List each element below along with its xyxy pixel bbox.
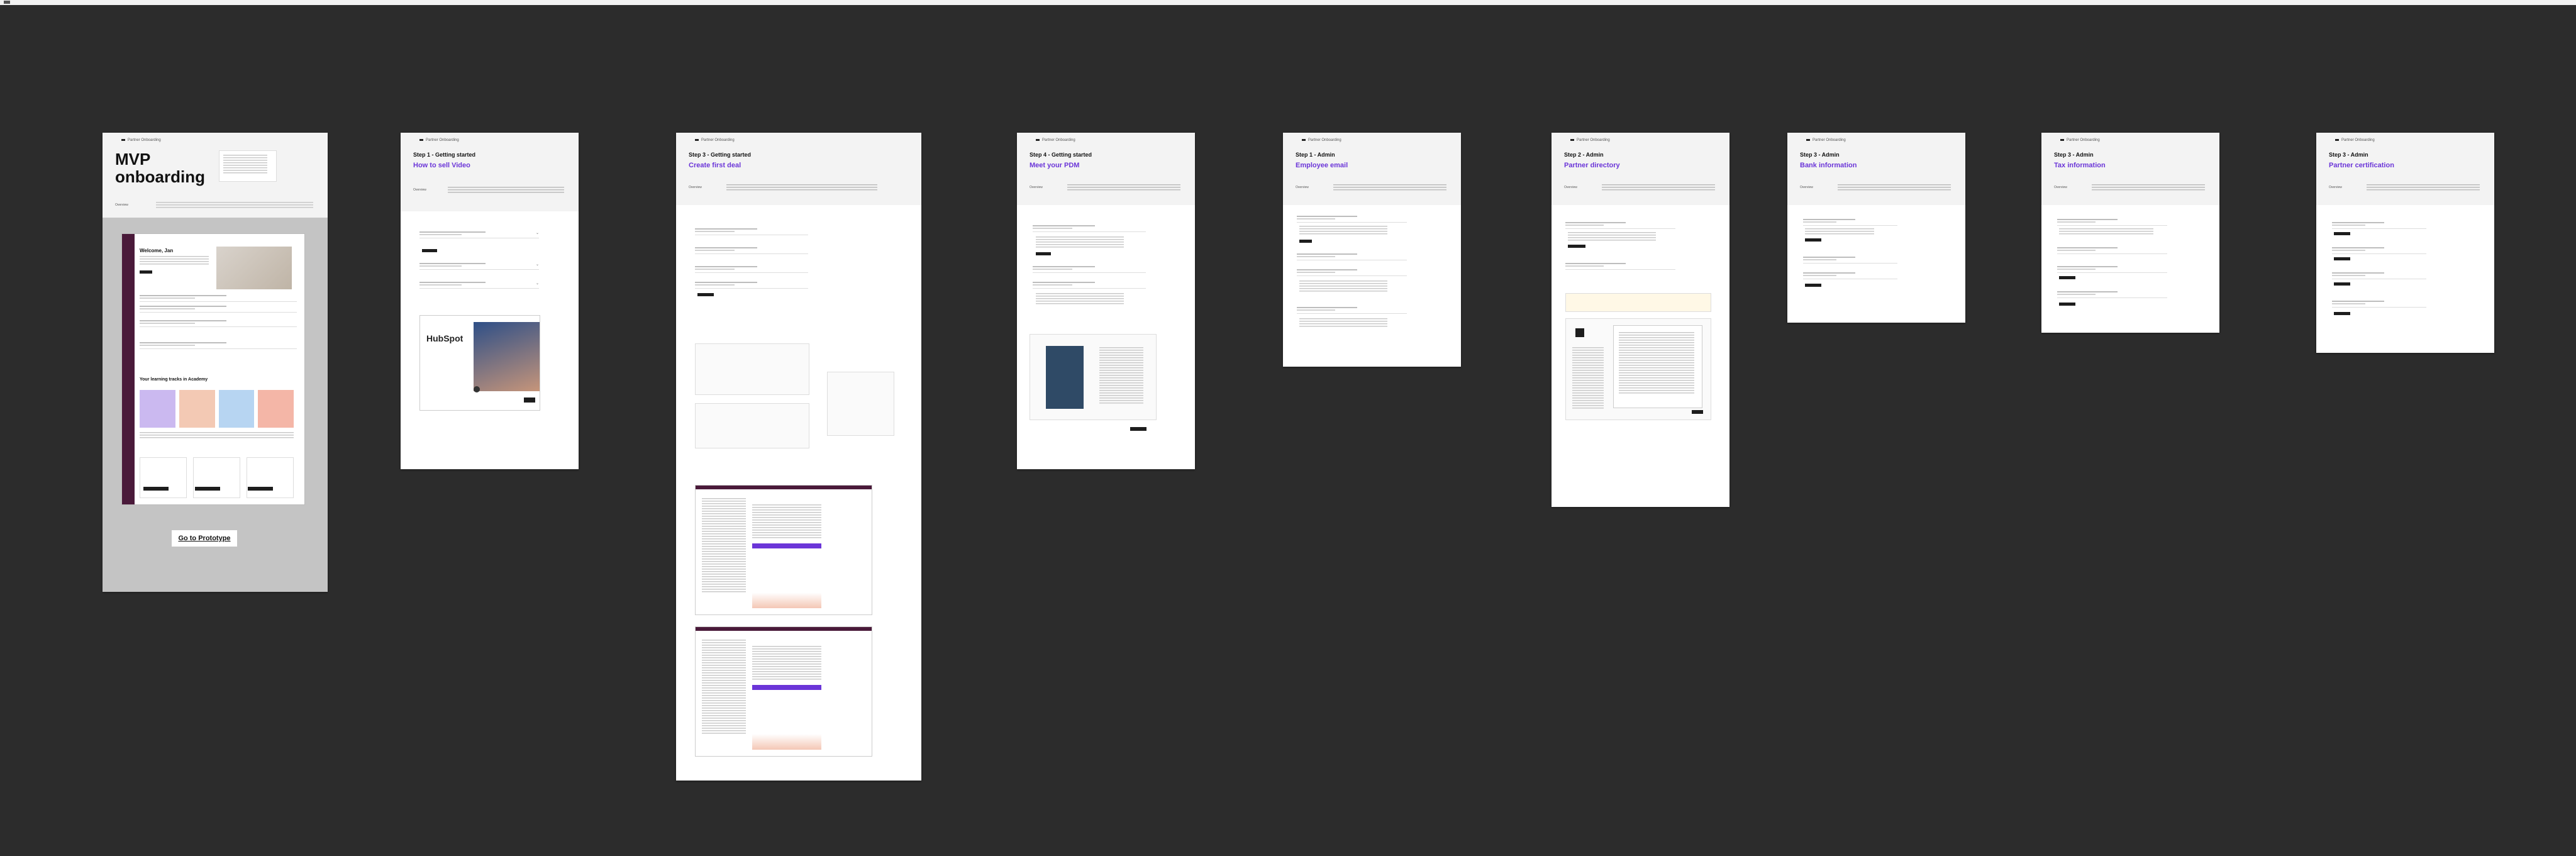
cover-crumb: Partner Onboarding (121, 138, 161, 142)
go-to-prototype-button[interactable]: Go to Prototype (172, 530, 237, 547)
crumb-text: Partner Onboarding (128, 138, 161, 142)
overview-text (1067, 184, 1180, 192)
chevron-down-icon[interactable]: ⌄ (536, 262, 539, 267)
frame-partner-certification[interactable]: Partner Onboarding Step 3 - Admin Partne… (2316, 133, 2494, 353)
overview-text (1602, 184, 1715, 192)
chevron-down-icon[interactable]: ⌄ (536, 231, 539, 235)
chevron-down-icon[interactable]: ⌄ (536, 281, 539, 286)
frame-subtitle: Partner certification (2329, 162, 2394, 169)
prototype-hero-image (216, 247, 292, 289)
play-button[interactable] (474, 386, 480, 392)
overview-text (1838, 184, 1951, 192)
cover-header: Partner Onboarding MVP onboarding Overvie… (103, 133, 328, 218)
frame-header: Partner Onboarding Step 1 - Admin Employ… (1283, 133, 1461, 205)
frame-header: Partner Onboarding Step 3 - Admin Bank i… (1787, 133, 1965, 205)
frame-meet-your-pdm[interactable]: Partner Onboarding Step 4 - Getting star… (1017, 133, 1195, 469)
frame-header: Partner Onboarding Step 3 - Getting star… (676, 133, 921, 205)
frame-crumb: Partner Onboarding (1302, 138, 1341, 142)
frame-partner-directory[interactable]: Partner Onboarding Step 2 - Admin Partne… (1552, 133, 1729, 507)
frame-subtitle: Bank information (1800, 162, 1857, 169)
cover-overview-text (156, 202, 313, 209)
frame-step: Step 2 - Admin (1564, 152, 1604, 158)
frame-bank-information[interactable]: Partner Onboarding Step 3 - Admin Bank i… (1787, 133, 1965, 323)
frame-crumb: Partner Onboarding (1036, 138, 1075, 142)
overview-label: Overview (1800, 186, 1813, 189)
video-brand: HubSpot (426, 333, 464, 343)
overview-text (2092, 184, 2205, 192)
frame-crumb: Partner Onboarding (2335, 138, 2375, 142)
frame-header: Partner Onboarding Step 2 - Admin Partne… (1552, 133, 1729, 205)
video-presenter (474, 322, 540, 391)
overview-label: Overview (2329, 186, 2342, 189)
frame-subtitle: How to sell Video (413, 162, 470, 169)
frame-step: Step 1 - Getting started (413, 152, 476, 158)
frame-step: Step 3 - Getting started (689, 152, 752, 158)
video-preview[interactable]: HubSpot (419, 315, 540, 411)
frame-header: Partner Onboarding Step 4 - Getting star… (1017, 133, 1195, 205)
pdm-preview (1030, 334, 1157, 420)
frame-crumb: Partner Onboarding (419, 138, 459, 142)
crm-screenshot-2 (695, 626, 872, 757)
frame-subtitle: Meet your PDM (1030, 162, 1080, 169)
frame-header: Partner Onboarding Step 3 - Admin Tax in… (2041, 133, 2219, 205)
overview-text (2367, 184, 2480, 192)
learning-heading: Your learning tracks in Academy (140, 377, 208, 382)
frame-how-to-sell-video[interactable]: Partner Onboarding Step 1 - Getting star… (401, 133, 579, 469)
frame-step: Step 3 - Admin (1800, 152, 1840, 158)
frame-step: Step 1 - Admin (1296, 152, 1335, 158)
canvas-top-strip (0, 0, 2576, 5)
menu-icon[interactable] (4, 1, 10, 4)
frame-subtitle: Employee email (1296, 162, 1348, 169)
frame-crumb: Partner Onboarding (1570, 138, 1610, 142)
cover-info-card (219, 150, 277, 182)
frame-crumb: Partner Onboarding (1806, 138, 1846, 142)
directory-warning (1565, 293, 1711, 312)
frame-subtitle: Tax information (2054, 162, 2106, 169)
frame-header: Partner Onboarding Step 1 - Getting star… (401, 133, 579, 211)
frame-step: Step 4 - Getting started (1030, 152, 1092, 158)
overview-text (448, 187, 564, 194)
frame-crumb: Partner Onboarding (2060, 138, 2100, 142)
overview-text (726, 184, 877, 192)
cover-title: MVP onboarding (115, 150, 205, 186)
overview-label: Overview (689, 186, 702, 189)
prototype-welcome: Welcome, Jan (140, 248, 174, 253)
design-canvas[interactable]: Partner Onboarding MVP onboarding Overvie… (6, 5, 2576, 856)
frame-step: Step 3 - Admin (2329, 152, 2368, 158)
frame-employee-email[interactable]: Partner Onboarding Step 1 - Admin Employ… (1283, 133, 1461, 367)
frame-step: Step 3 - Admin (2054, 152, 2094, 158)
overview-label: Overview (1564, 186, 1577, 189)
overview-label: Overview (2054, 186, 2067, 189)
title-line-2: onboarding (115, 167, 205, 186)
cover-section-label: Overview (115, 203, 128, 207)
title-line-1: MVP (115, 150, 151, 169)
frame-subtitle: Create first deal (689, 162, 741, 169)
frame-header: Partner Onboarding Step 3 - Admin Partne… (2316, 133, 2494, 205)
prototype-sidebar (122, 234, 135, 504)
overview-label: Overview (1030, 186, 1043, 189)
frame-tax-information[interactable]: Partner Onboarding Step 3 - Admin Tax in… (2041, 133, 2219, 333)
overview-text (1333, 184, 1446, 192)
overview-label: Overview (413, 188, 426, 192)
frame-subtitle: Partner directory (1564, 162, 1620, 169)
cover-prototype-preview[interactable]: Welcome, Jan Your learning tracks in Aca… (121, 233, 305, 505)
overview-label: Overview (1296, 186, 1309, 189)
crm-screenshot-1 (695, 485, 872, 615)
cover-frame[interactable]: Partner Onboarding MVP onboarding Overvie… (103, 133, 328, 592)
frame-crumb: Partner Onboarding (695, 138, 735, 142)
directory-preview (1565, 318, 1711, 420)
frame-create-first-deal[interactable]: Partner Onboarding Step 3 - Getting star… (676, 133, 921, 781)
